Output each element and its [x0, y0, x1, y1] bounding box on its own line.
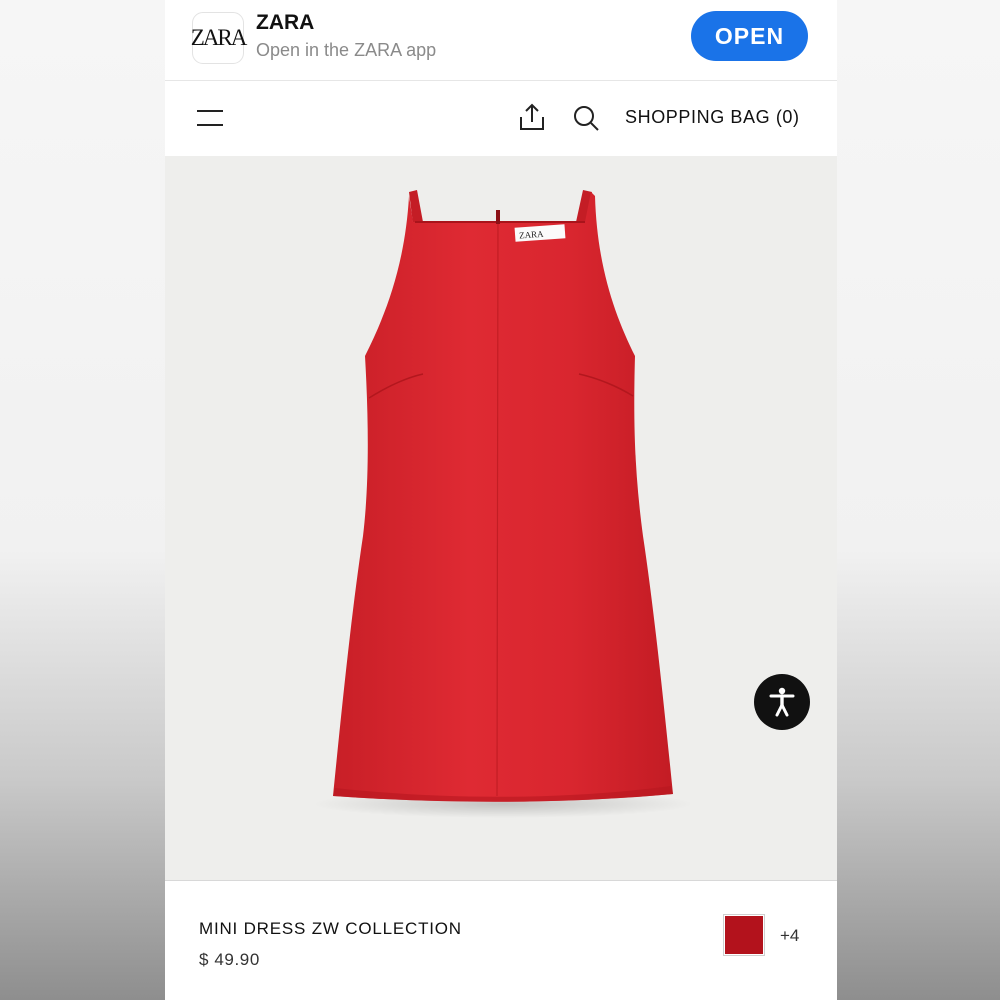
site-header: SHOPPING BAG (0) [165, 81, 837, 156]
open-app-button[interactable]: OPEN [691, 11, 808, 61]
product-title[interactable]: MINI DRESS ZW COLLECTION [199, 919, 462, 939]
background-right [837, 0, 1000, 1000]
hamburger-menu-icon[interactable] [197, 106, 223, 130]
search-icon[interactable] [572, 104, 600, 132]
background-left [0, 0, 165, 1000]
app-banner: ZARA ZARA Open in the ZARA app OPEN [165, 0, 837, 81]
app-subtitle: Open in the ZARA app [256, 40, 437, 60]
accessibility-icon [769, 687, 795, 717]
dress-illustration: ZARA [313, 190, 693, 818]
share-icon[interactable] [518, 102, 546, 132]
shopping-bag-link[interactable]: SHOPPING BAG (0) [625, 107, 800, 128]
dress-label-text: ZARA [519, 229, 545, 241]
product-image[interactable]: ZARA [165, 156, 837, 880]
product-info: MINI DRESS ZW COLLECTION $ 49.90 +4 [165, 880, 837, 1000]
more-colors-count[interactable]: +4 [780, 926, 799, 946]
app-name: ZARA [256, 11, 315, 34]
zara-app-icon[interactable]: ZARA [191, 12, 247, 64]
color-swatch[interactable] [723, 914, 765, 956]
color-swatch-fill [725, 916, 763, 954]
mobile-page: ZARA ZARA Open in the ZARA app OPEN SHOP… [165, 0, 837, 1000]
accessibility-button[interactable] [754, 674, 810, 730]
product-price: $ 49.90 [199, 950, 260, 969]
